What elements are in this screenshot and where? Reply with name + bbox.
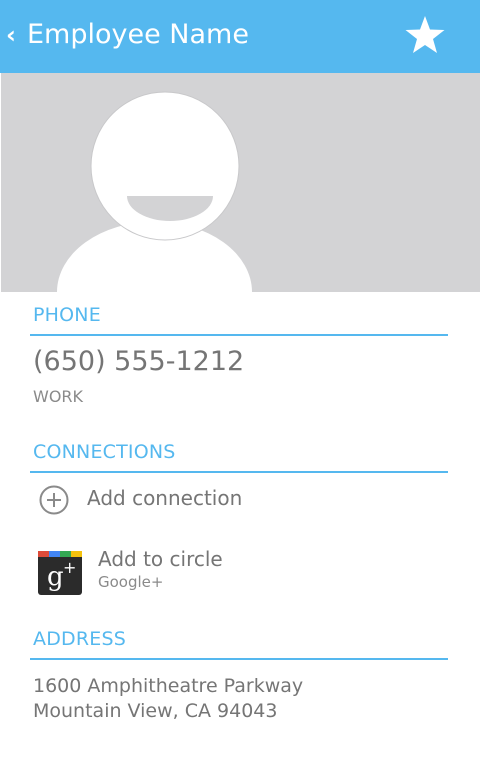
google-plus-icon[interactable]: g + [38,551,82,595]
phone-number[interactable]: (650) 555-1212 [33,346,244,377]
contact-photo[interactable] [1,73,480,292]
add-to-circle-button[interactable]: Add to circle [98,547,223,571]
svg-text:+: + [63,558,76,577]
phone-type-label: WORK [33,387,84,406]
chevron-left-icon[interactable]: ‹ [6,20,16,50]
plus-circle-icon[interactable] [38,484,70,516]
phone-section-divider [30,334,448,336]
address-section-divider [30,658,448,660]
svg-text:g: g [47,562,64,592]
connections-section-divider [30,471,448,473]
star-icon[interactable] [404,14,446,56]
connections-section-title: CONNECTIONS [33,441,176,463]
address-section-title: ADDRESS [33,628,126,650]
address-line-1[interactable]: 1600 Amphitheatre Parkway [33,675,303,697]
action-bar: ‹ Employee Name [0,0,480,73]
address-line-2[interactable]: Mountain View, CA 94043 [33,700,277,722]
add-connection-button[interactable]: Add connection [87,486,242,510]
phone-section-title: PHONE [33,304,101,326]
page-title[interactable]: Employee Name [27,16,249,54]
default-contact-avatar-icon [57,91,252,292]
add-to-circle-sublabel: Google+ [98,573,164,591]
